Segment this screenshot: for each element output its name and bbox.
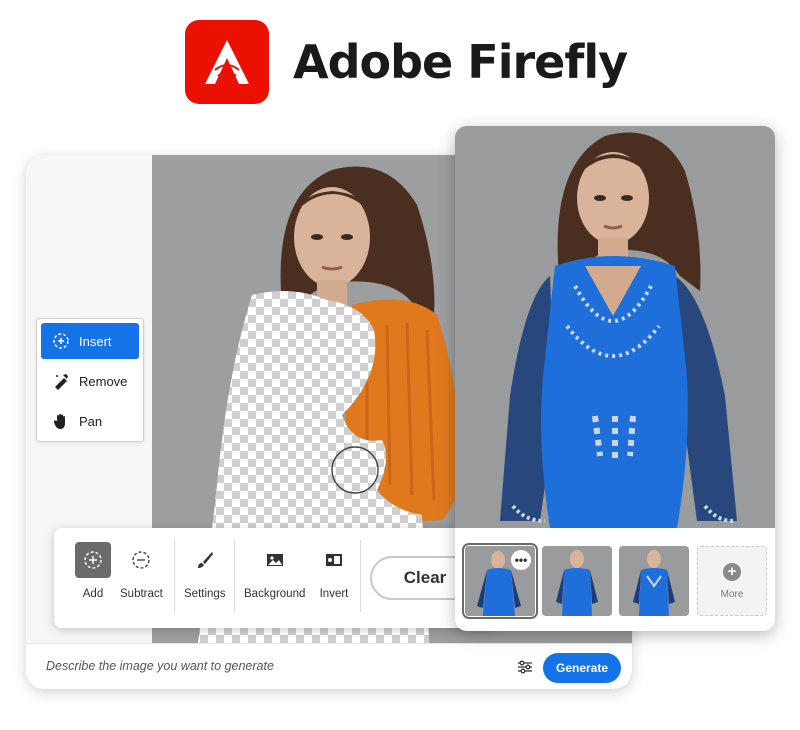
subtract-label: Subtract xyxy=(120,588,163,600)
brand-name: Adobe Firefly xyxy=(293,35,628,89)
insert-tool-button[interactable]: Insert xyxy=(41,323,139,359)
sliders-icon[interactable] xyxy=(516,658,534,676)
adobe-firefly-logo-icon xyxy=(185,20,269,104)
result-thumbnail[interactable] xyxy=(619,546,689,616)
add-button[interactable]: Add xyxy=(75,542,111,600)
more-label: More xyxy=(720,588,744,600)
invert-icon xyxy=(316,542,352,578)
subtract-button[interactable]: Subtract xyxy=(120,542,163,600)
pan-label: Pan xyxy=(79,413,103,429)
add-label: Add xyxy=(82,588,104,600)
mask-toolbar: Add Subtract Settings Background Invert … xyxy=(54,528,500,628)
remove-icon xyxy=(51,371,71,391)
plus-icon: + xyxy=(723,562,741,581)
more-results-button[interactable]: + More xyxy=(697,546,767,616)
pan-tool-button[interactable]: Pan xyxy=(41,403,139,439)
result-thumbnail[interactable]: ••• xyxy=(462,543,538,619)
insert-icon xyxy=(51,331,71,351)
image-icon xyxy=(257,542,293,578)
result-window: ••• + More xyxy=(455,126,775,631)
model-blue-dress-image xyxy=(455,126,775,528)
generated-image[interactable] xyxy=(455,126,775,528)
thumbnail-options-button[interactable]: ••• xyxy=(511,550,531,570)
remove-label: Remove xyxy=(79,373,128,389)
settings-label: Settings xyxy=(184,588,226,600)
toolbar-divider xyxy=(174,540,175,612)
settings-button[interactable]: Settings xyxy=(184,542,226,600)
background-button[interactable]: Background xyxy=(244,542,305,600)
add-selection-icon xyxy=(75,542,111,578)
insert-label: Insert xyxy=(79,333,112,349)
invert-button[interactable]: Invert xyxy=(316,542,352,600)
hand-icon xyxy=(51,411,71,431)
remove-tool-button[interactable]: Remove xyxy=(41,363,139,399)
subtract-selection-icon xyxy=(123,542,159,578)
toolbar-divider xyxy=(360,540,361,612)
prompt-bar: Describe the image you want to generate … xyxy=(26,643,632,689)
selection-tools-panel: Insert Remove Pan xyxy=(36,318,144,442)
toolbar-divider xyxy=(234,540,235,612)
result-thumbnail[interactable] xyxy=(542,546,612,616)
brand-header: Adobe Firefly xyxy=(185,20,628,104)
brush-icon xyxy=(187,542,223,578)
generate-button[interactable]: Generate xyxy=(543,653,621,683)
background-label: Background xyxy=(244,588,306,600)
invert-label: Invert xyxy=(319,588,349,600)
prompt-input[interactable]: Describe the image you want to generate xyxy=(46,659,274,673)
